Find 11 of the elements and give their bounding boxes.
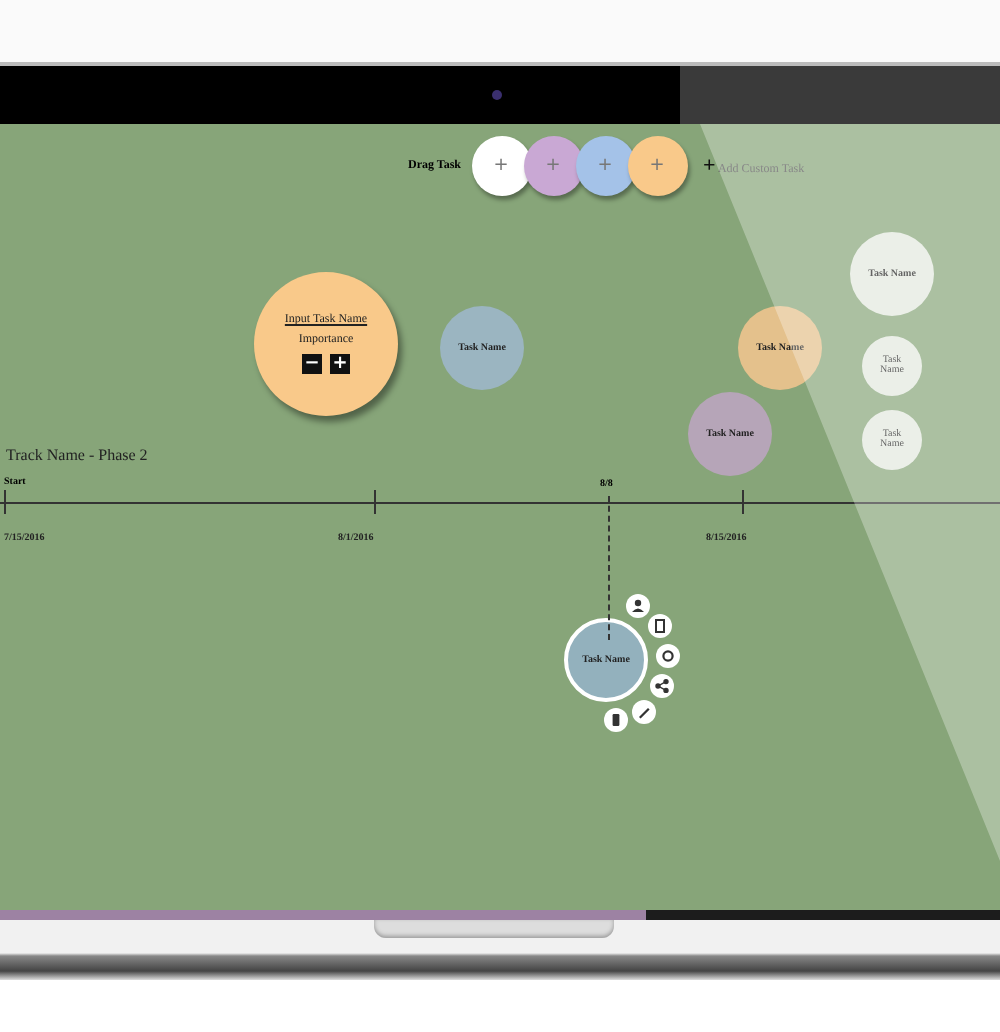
- pencil-icon[interactable]: [632, 700, 656, 724]
- camera-icon: [491, 90, 501, 100]
- person-icon[interactable]: [626, 594, 650, 618]
- share-icon[interactable]: [650, 674, 674, 698]
- decrease-button[interactable]: −: [302, 354, 322, 374]
- track-title: Track Name - Phase 2: [6, 446, 148, 464]
- task-swatch[interactable]: +: [471, 136, 532, 196]
- circle-icon[interactable]: [656, 644, 680, 668]
- clipboard-icon[interactable]: [648, 614, 672, 638]
- increase-button[interactable]: +: [330, 354, 350, 374]
- phone-icon[interactable]: [604, 708, 628, 732]
